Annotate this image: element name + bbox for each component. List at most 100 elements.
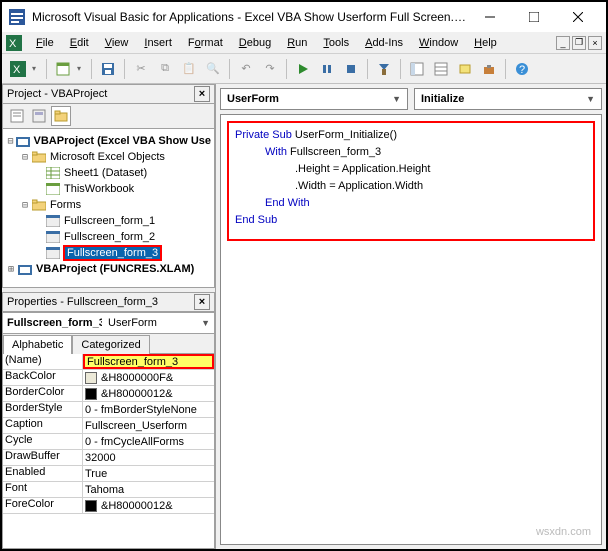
properties-close-button[interactable]: × bbox=[194, 294, 210, 310]
redo-icon[interactable]: ↷ bbox=[260, 59, 280, 79]
mdi-close-button[interactable]: × bbox=[588, 36, 602, 50]
tree-form-2[interactable]: Fullscreen_form_2 bbox=[5, 229, 212, 245]
property-name: ForeColor bbox=[3, 498, 83, 513]
color-swatch bbox=[85, 372, 97, 384]
menu-edit[interactable]: Edit bbox=[64, 35, 95, 51]
color-swatch bbox=[85, 500, 97, 512]
mdi-minimize-button[interactable]: _ bbox=[556, 36, 570, 50]
find-icon[interactable]: 🔍 bbox=[203, 59, 223, 79]
menu-help[interactable]: Help bbox=[468, 35, 503, 51]
code-editor[interactable]: Private Sub UserForm_Initialize() With F… bbox=[220, 114, 602, 545]
menu-file[interactable]: File bbox=[30, 35, 60, 51]
menu-format[interactable]: Format bbox=[182, 35, 229, 51]
property-row[interactable]: BackColor&H8000000F& bbox=[3, 370, 214, 386]
view-excel-icon[interactable]: X bbox=[8, 59, 28, 79]
property-name: Cycle bbox=[3, 434, 83, 449]
excel-icon: X bbox=[6, 35, 22, 51]
toggle-folders-icon[interactable] bbox=[51, 106, 71, 126]
procedure-combo[interactable]: Initialize▼ bbox=[414, 88, 602, 110]
userform-icon bbox=[45, 246, 61, 260]
property-value[interactable]: 0 - fmCycleAllForms bbox=[83, 434, 214, 449]
tree-thisworkbook[interactable]: ThisWorkbook bbox=[5, 181, 212, 197]
mdi-restore-button[interactable]: ❐ bbox=[572, 36, 586, 50]
project-explorer-close-button[interactable]: × bbox=[194, 86, 210, 102]
property-value[interactable]: Fullscreen_Userform bbox=[83, 418, 214, 433]
menu-view[interactable]: View bbox=[99, 35, 135, 51]
tree-form-3[interactable]: Fullscreen_form_3 bbox=[5, 245, 212, 261]
properties-title: Properties - Fullscreen_form_3 bbox=[7, 296, 194, 308]
property-row[interactable]: BorderStyle0 - fmBorderStyleNone bbox=[3, 402, 214, 418]
break-icon[interactable] bbox=[317, 59, 337, 79]
folder-icon bbox=[31, 150, 47, 164]
tab-categorized[interactable]: Categorized bbox=[72, 335, 149, 354]
property-row[interactable]: Cycle0 - fmCycleAllForms bbox=[3, 434, 214, 450]
tree-project-funcres[interactable]: ⊞VBAProject (FUNCRES.XLAM) bbox=[5, 261, 212, 277]
menu-addins[interactable]: Add-Ins bbox=[359, 35, 409, 51]
property-value[interactable]: &H80000012& bbox=[83, 498, 214, 513]
menu-insert[interactable]: Insert bbox=[138, 35, 178, 51]
selected-object-name: Fullscreen_form_3 bbox=[7, 317, 102, 329]
svg-text:X: X bbox=[9, 38, 17, 50]
property-row[interactable]: (Name)Fullscreen_form_3 bbox=[3, 354, 214, 370]
object-browser-icon[interactable] bbox=[455, 59, 475, 79]
property-value[interactable]: True bbox=[83, 466, 214, 481]
property-value[interactable]: Tahoma bbox=[83, 482, 214, 497]
copy-icon[interactable]: ⧉ bbox=[155, 59, 175, 79]
project-tree[interactable]: ⊟VBAProject (Excel VBA Show Use ⊟Microso… bbox=[2, 128, 215, 288]
help-icon[interactable]: ? bbox=[512, 59, 532, 79]
property-row[interactable]: EnabledTrue bbox=[3, 466, 214, 482]
menu-tools[interactable]: Tools bbox=[317, 35, 355, 51]
dropdown-icon[interactable]: ▼ bbox=[201, 318, 210, 328]
project-explorer-header: Project - VBAProject × bbox=[2, 84, 215, 104]
property-row[interactable]: ForeColor&H80000012& bbox=[3, 498, 214, 514]
property-name: (Name) bbox=[3, 354, 83, 369]
property-name: DrawBuffer bbox=[3, 450, 83, 465]
property-value[interactable]: Fullscreen_form_3 bbox=[83, 354, 214, 369]
watermark-text: wsxdn.com bbox=[536, 526, 591, 538]
minimize-button[interactable] bbox=[468, 3, 512, 31]
tree-form-1[interactable]: Fullscreen_form_1 bbox=[5, 213, 212, 229]
property-value[interactable]: 32000 bbox=[83, 450, 214, 465]
tree-folder-forms[interactable]: ⊟Forms bbox=[5, 197, 212, 213]
save-icon[interactable] bbox=[98, 59, 118, 79]
tree-sheet1[interactable]: Sheet1 (Dataset) bbox=[5, 165, 212, 181]
properties-window-icon[interactable] bbox=[431, 59, 451, 79]
properties-object-selector[interactable]: Fullscreen_form_3 UserForm ▼ bbox=[2, 312, 215, 334]
project-explorer-icon[interactable] bbox=[407, 59, 427, 79]
cut-icon[interactable]: ✂ bbox=[131, 59, 151, 79]
property-row[interactable]: DrawBuffer32000 bbox=[3, 450, 214, 466]
window-titlebar: Microsoft Visual Basic for Applications … bbox=[2, 2, 606, 32]
property-value[interactable]: 0 - fmBorderStyleNone bbox=[83, 402, 214, 417]
undo-icon[interactable]: ↶ bbox=[236, 59, 256, 79]
object-combo[interactable]: UserForm▼ bbox=[220, 88, 408, 110]
dropdown-icon[interactable]: ▾ bbox=[77, 64, 85, 73]
tab-alphabetic[interactable]: Alphabetic bbox=[3, 335, 72, 354]
view-code-icon[interactable] bbox=[7, 106, 27, 126]
tree-folder-excel-objects[interactable]: ⊟Microsoft Excel Objects bbox=[5, 149, 212, 165]
property-row[interactable]: BorderColor&H80000012& bbox=[3, 386, 214, 402]
app-icon bbox=[8, 8, 26, 26]
selected-object-type: UserForm bbox=[108, 317, 201, 329]
maximize-button[interactable] bbox=[512, 3, 556, 31]
menu-window[interactable]: Window bbox=[413, 35, 464, 51]
run-icon[interactable] bbox=[293, 59, 313, 79]
menu-run[interactable]: Run bbox=[281, 35, 313, 51]
reset-icon[interactable] bbox=[341, 59, 361, 79]
properties-grid[interactable]: (Name)Fullscreen_form_3BackColor&H800000… bbox=[2, 353, 215, 549]
dropdown-icon[interactable]: ▾ bbox=[32, 64, 40, 73]
design-mode-icon[interactable] bbox=[374, 59, 394, 79]
property-name: Caption bbox=[3, 418, 83, 433]
tree-project-root[interactable]: ⊟VBAProject (Excel VBA Show Use bbox=[5, 133, 212, 149]
insert-module-icon[interactable] bbox=[53, 59, 73, 79]
property-value[interactable]: &H8000000F& bbox=[83, 370, 214, 385]
property-row[interactable]: CaptionFullscreen_Userform bbox=[3, 418, 214, 434]
dropdown-icon: ▼ bbox=[586, 94, 595, 104]
paste-icon[interactable]: 📋 bbox=[179, 59, 199, 79]
toolbox-icon[interactable] bbox=[479, 59, 499, 79]
menu-debug[interactable]: Debug bbox=[233, 35, 277, 51]
property-row[interactable]: FontTahoma bbox=[3, 482, 214, 498]
property-value[interactable]: &H80000012& bbox=[83, 386, 214, 401]
folder-icon bbox=[31, 198, 47, 212]
close-button[interactable] bbox=[556, 3, 600, 31]
view-object-icon[interactable] bbox=[29, 106, 49, 126]
